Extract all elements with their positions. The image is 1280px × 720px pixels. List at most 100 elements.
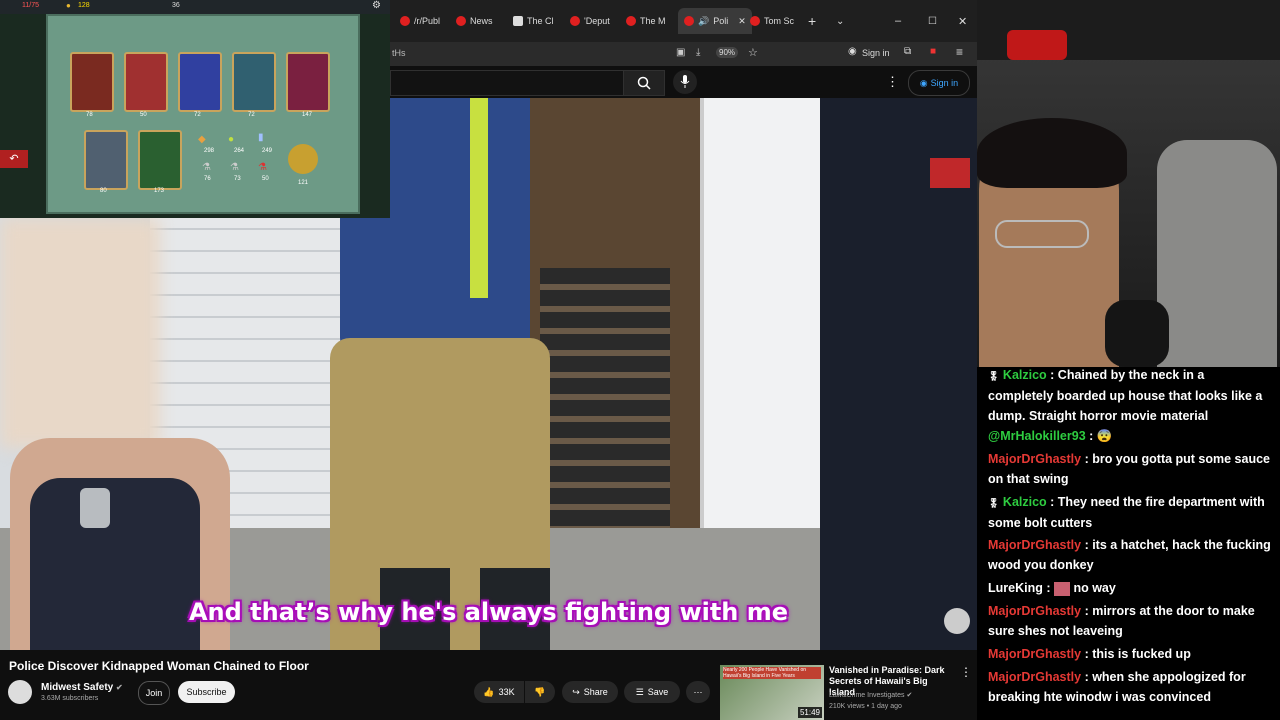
card-price: 78 xyxy=(86,112,93,118)
potion-price: 76 xyxy=(204,176,211,182)
youtube-sign-in-button[interactable]: ◉ Sign in xyxy=(908,70,970,96)
relic-price: 298 xyxy=(204,148,215,154)
youtube-icon xyxy=(626,16,636,26)
tab-the-m[interactable]: The M xyxy=(626,8,666,34)
relic-price: 249 xyxy=(262,148,273,154)
save-playlist-icon: ☰ xyxy=(635,686,644,697)
card-price: 72 xyxy=(248,112,255,118)
card-removal-icon[interactable] xyxy=(288,144,318,174)
minimize-icon[interactable]: – xyxy=(895,8,901,34)
video-duration: 51:49 xyxy=(797,707,822,718)
recommended-channel[interactable]: Law&Crime Investigates ✔ xyxy=(829,691,912,699)
potion-icon[interactable]: ⚗ xyxy=(202,162,211,173)
tab-close-icon[interactable]: ✕ xyxy=(738,16,746,27)
chat-message: MajorDrGhastly : its a hatchet, hack the… xyxy=(988,538,1271,572)
video-title: Police Discover Kidnapped Woman Chained … xyxy=(9,659,309,673)
reflective-strap xyxy=(470,98,488,298)
recommended-thumbnail[interactable]: Nearly 200 People Have Vanished on Hawai… xyxy=(720,665,824,720)
more-actions-button[interactable]: ⋯ xyxy=(686,681,710,703)
reddit-icon xyxy=(400,16,410,26)
address-bar: tHs ▣ ⤓ 90% ☆ ◉ Sign in ⧉ ■ ≡ xyxy=(390,42,977,66)
removal-price: 121 xyxy=(298,180,309,186)
shop-card-5[interactable] xyxy=(286,52,330,112)
shop-card-1[interactable] xyxy=(70,52,114,112)
share-button[interactable]: ↪ Share xyxy=(562,681,618,703)
thumbs-down-icon: 👎 xyxy=(534,686,546,697)
window-close-icon[interactable]: ✕ xyxy=(958,8,967,34)
verified-check-icon: ✔ xyxy=(906,692,913,699)
shop-card-4[interactable] xyxy=(232,52,276,112)
youtube-icon xyxy=(570,16,580,26)
recommended-meta: 210K views • 1 day ago xyxy=(829,703,902,710)
extension-badge-icon[interactable]: ■ xyxy=(930,46,936,57)
blurred-face xyxy=(0,218,160,448)
search-input[interactable] xyxy=(390,70,623,96)
browser-sign-in[interactable]: Sign in xyxy=(862,48,890,58)
card-price: 173 xyxy=(154,188,165,194)
tab-news[interactable]: News xyxy=(456,8,493,34)
microphone xyxy=(1105,300,1169,367)
subscriber-badge-icon: 🎖 xyxy=(988,498,1000,508)
tab-deput[interactable]: 'Deput xyxy=(570,8,610,34)
thumbs-up-icon: 👍 xyxy=(483,686,495,697)
save-button[interactable]: ☰ Save xyxy=(624,681,680,703)
tab-reddit-publ[interactable]: /r/Publ xyxy=(400,8,440,34)
shop-card-2[interactable] xyxy=(124,52,168,112)
tab-wiki[interactable]: The Cl xyxy=(513,8,554,34)
subscribe-button[interactable]: Subscribe xyxy=(178,681,235,703)
game-floor: 36 xyxy=(172,2,180,9)
game-hp: 11/75 xyxy=(22,2,39,9)
thumbnail-headline: Nearly 200 People Have Vanished on Hawai… xyxy=(723,667,821,679)
browser-menu-icon[interactable]: ≡ xyxy=(956,45,963,59)
recommended-menu-icon[interactable]: ⋮ xyxy=(960,665,972,679)
bookmark-star-icon[interactable]: ☆ xyxy=(748,46,758,59)
game-settings-gear-icon[interactable]: ⚙ xyxy=(372,0,381,11)
url-text[interactable]: tHs xyxy=(392,48,406,58)
shop-card-6[interactable] xyxy=(84,130,128,190)
account-icon: ◉ xyxy=(919,77,928,88)
relic-icon[interactable]: ▮ xyxy=(258,132,264,143)
browser-tab-bar: /r/Publ News The Cl 'Deput The M 🔊 Poli ✕ … xyxy=(390,0,977,42)
card-price: 50 xyxy=(140,112,147,118)
subscriber-count: 3.63M subscribers xyxy=(41,695,99,702)
share-arrow-icon: ↪ xyxy=(572,686,580,697)
shop-card-3[interactable] xyxy=(178,52,222,112)
emote-icon xyxy=(1053,581,1070,596)
relic-icon[interactable]: ● xyxy=(228,134,234,145)
tab-list-chevron-icon[interactable]: ⌄ xyxy=(836,8,844,34)
potion-icon[interactable]: ⚗ xyxy=(258,162,267,173)
extensions-icon[interactable]: ⧉ xyxy=(904,46,911,57)
relic-icon[interactable]: ◆ xyxy=(198,134,206,145)
maximize-icon[interactable]: ☐ xyxy=(928,8,937,34)
like-button[interactable]: 👍 33K xyxy=(474,681,524,703)
tab-tom-sc[interactable]: Tom Sc xyxy=(750,8,794,34)
chat-message: MajorDrGhastly : mirrors at the door to … xyxy=(988,604,1255,638)
officer-patch xyxy=(930,158,970,188)
youtube-icon xyxy=(684,16,694,26)
more-horizontal-icon: ⋯ xyxy=(693,686,703,697)
more-options-icon[interactable]: ⋮ xyxy=(886,74,899,90)
dislike-button[interactable]: 👎 xyxy=(525,681,555,703)
tab-active-police[interactable]: 🔊 Poli ✕ xyxy=(678,8,752,34)
chat-message: MajorDrGhastly : this is fucked up xyxy=(988,647,1191,661)
channel-name[interactable]: Midwest Safety ✔ xyxy=(41,682,123,693)
search-button[interactable] xyxy=(623,70,665,96)
channel-avatar[interactable] xyxy=(8,680,32,704)
new-tab-icon[interactable]: + xyxy=(808,8,816,34)
download-icon[interactable]: ⤓ xyxy=(696,47,700,58)
game-top-bar: 11/75 ● 128 36 ⚙ xyxy=(0,0,390,14)
chat-message: LureKing : no way xyxy=(988,581,1116,596)
zoom-level-badge[interactable]: 90% xyxy=(716,47,739,58)
game-back-arrow-icon[interactable]: ↶ xyxy=(0,150,28,168)
shop-card-7[interactable] xyxy=(138,130,182,190)
shop-panel: 78 50 72 72 147 80 173 ◆ ● ▮ 298 264 249… xyxy=(46,14,360,214)
game-gold: 128 xyxy=(78,2,90,9)
coin-icon: ● xyxy=(66,1,71,10)
potion-icon[interactable]: ⚗ xyxy=(230,162,239,173)
speaker-icon[interactable]: 🔊 xyxy=(698,16,709,27)
reader-view-icon[interactable]: ▣ xyxy=(676,47,685,58)
voice-search-button[interactable] xyxy=(673,70,697,94)
join-button[interactable]: Join xyxy=(138,681,170,705)
potion-price: 73 xyxy=(234,176,241,182)
chat-message: MajorDrGhastly : bro you gotta put some … xyxy=(988,452,1271,486)
